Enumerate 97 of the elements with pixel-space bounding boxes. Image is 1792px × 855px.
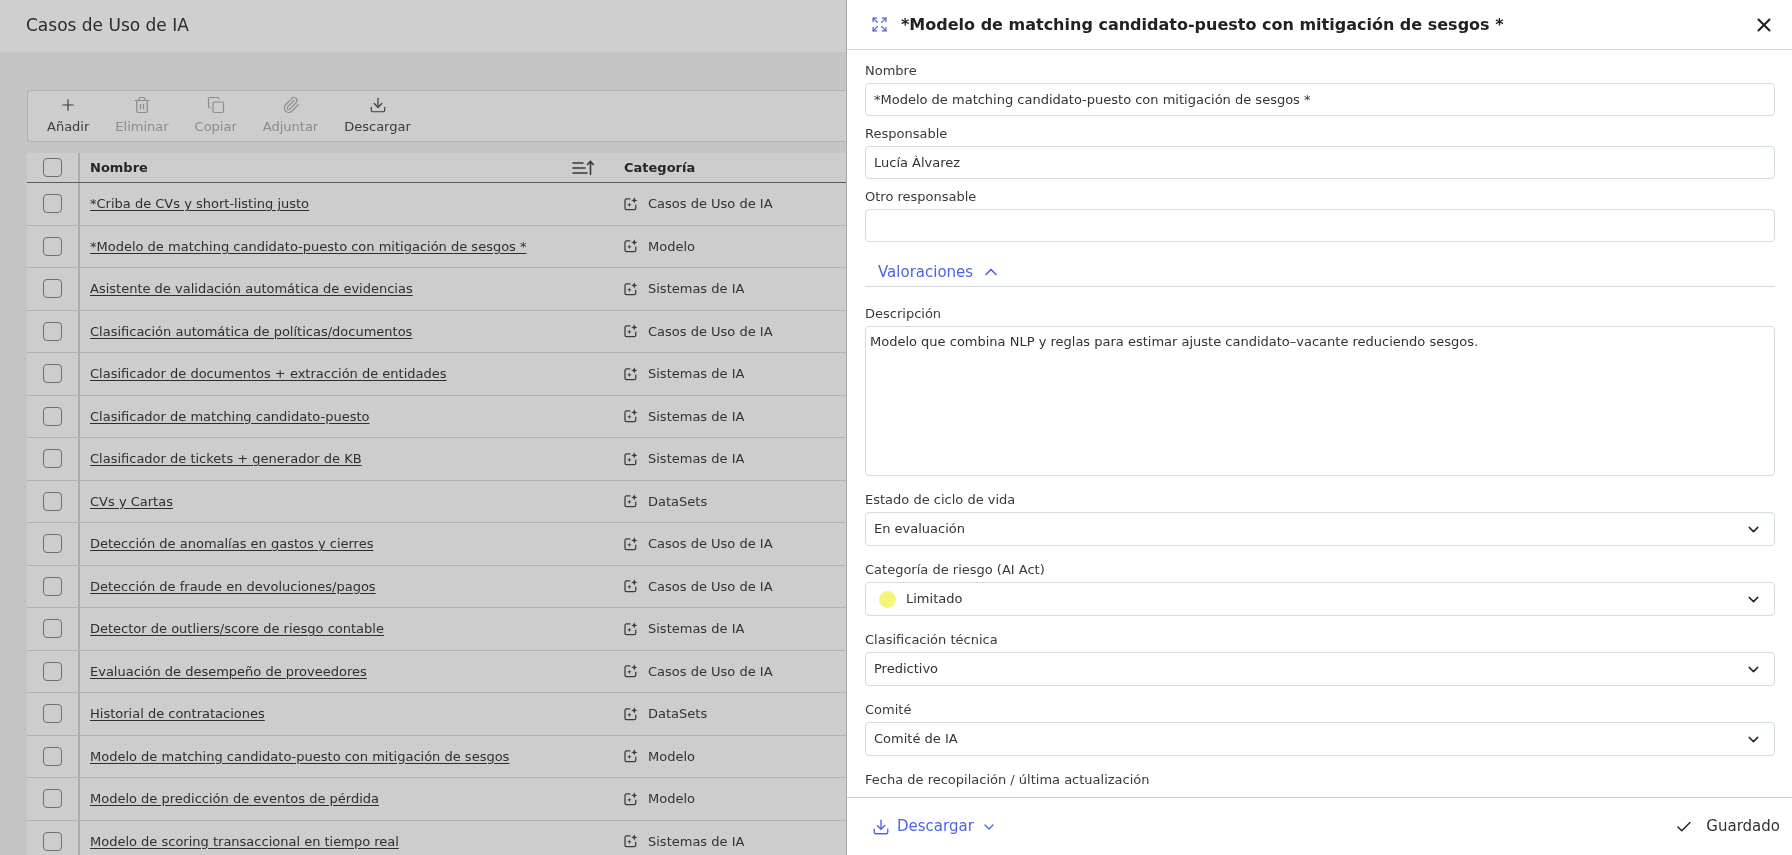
record-link[interactable]: *Modelo de matching candidato-puesto con mitigación de sesgos *: [90, 236, 527, 256]
select-field[interactable]: Predictivo: [865, 652, 1775, 686]
status-label: Guardado: [1706, 816, 1780, 838]
category-label: Modelo: [648, 237, 695, 256]
sparkle-square-icon: [624, 239, 638, 254]
checkbox[interactable]: [43, 491, 62, 511]
sparkle-square-icon: [624, 366, 638, 381]
sparkle-square-icon: [624, 621, 638, 636]
category-label: Casos de Uso de IA: [648, 535, 773, 553]
checkbox[interactable]: [43, 194, 62, 214]
field-label: Categoría de riesgo (AI Act): [865, 561, 1046, 579]
checkbox[interactable]: [43, 831, 62, 851]
checkbox[interactable]: [43, 158, 62, 177]
field-label: Otro responsable: [865, 188, 978, 206]
expand-icon[interactable]: [871, 16, 888, 33]
record-link[interactable]: Detector de outliers/score de riesgo contable: [90, 619, 384, 639]
checkbox[interactable]: [43, 236, 62, 256]
section-toggle[interactable]: Valoraciones: [878, 260, 1002, 284]
sparkle-square-icon: [624, 706, 638, 721]
select-field[interactable]: Limitado: [865, 582, 1775, 616]
sparkle-square-icon: [624, 451, 638, 466]
record-link[interactable]: Evaluación de desempeño de proveedores: [90, 661, 367, 681]
field-label: Comité: [865, 701, 913, 719]
category-label: Sistemas de IA: [648, 620, 745, 638]
checkbox[interactable]: [43, 576, 62, 596]
column-header[interactable]: Nombre: [80, 153, 614, 182]
checkbox[interactable]: [43, 746, 62, 766]
field-label: Descripción: [865, 305, 943, 323]
record-link[interactable]: Clasificador de matching candidato-puesto: [90, 406, 370, 426]
checkbox[interactable]: [43, 449, 62, 469]
record-link[interactable]: Historial de contrataciones: [90, 704, 265, 724]
category-label: Sistemas de IA: [648, 365, 745, 383]
category-label: DataSets: [648, 492, 708, 511]
category-label: Sistemas de IA: [648, 832, 745, 851]
field-label: Fecha de recopilación / última actualización: [865, 771, 1151, 789]
sparkle-square-icon: [624, 579, 638, 594]
sparkle-square-icon: [624, 791, 638, 806]
copy-icon: [206, 95, 225, 114]
category-label: DataSets: [648, 705, 708, 723]
field-label: Nombre: [865, 62, 918, 80]
record-link[interactable]: CVs y Cartas: [90, 491, 173, 511]
category-label: Sistemas de IA: [648, 407, 745, 426]
sparkle-square-icon: [624, 409, 638, 424]
record-link[interactable]: Clasificador de tickets + generador de KB: [90, 449, 362, 469]
sparkle-square-icon: [624, 664, 638, 679]
checkbox[interactable]: [43, 789, 62, 809]
category-label: Casos de Uso de IA: [648, 577, 773, 596]
sparkle-square-icon: [624, 749, 638, 764]
record-link[interactable]: Clasificación automática de políticas/documentos: [90, 321, 413, 341]
category-label: Modelo: [648, 790, 695, 808]
category-label: Sistemas de IA: [648, 450, 745, 468]
field-label: Clasificación técnica: [865, 631, 999, 649]
sparkle-square-icon: [624, 281, 638, 296]
category-label: Casos de Uso de IA: [648, 662, 773, 681]
toolbar-button[interactable]: Añadir: [36, 95, 101, 137]
download-icon: [368, 95, 387, 114]
download-icon: [872, 817, 890, 836]
checkbox[interactable]: [43, 704, 62, 724]
checkbox[interactable]: [43, 534, 62, 554]
category-label: Casos de Uso de IA: [648, 322, 773, 341]
text-field[interactable]: *Modelo de matching candidato-puesto con mitigación de sesgos *: [865, 83, 1775, 116]
sparkle-square-icon: [624, 494, 638, 509]
text-field[interactable]: Lucía Àlvarez: [865, 146, 1775, 179]
panel-title: *Modelo de matching candidato-puesto con mitigación de sesgos *: [901, 13, 1505, 36]
field-label: Estado de ciclo de vida: [865, 491, 1017, 509]
record-link[interactable]: Detección de fraude en devoluciones/pagos: [90, 576, 376, 596]
category-label: Casos de Uso de IA: [648, 195, 773, 213]
paperclip-icon: [281, 95, 300, 114]
toolbar-button[interactable]: Descargar: [333, 95, 422, 137]
category-label: Modelo: [648, 747, 695, 766]
field-label: Responsable: [865, 125, 949, 143]
checkbox[interactable]: [43, 279, 62, 299]
category-label: Sistemas de IA: [648, 280, 745, 298]
sparkle-square-icon: [624, 834, 638, 849]
checkbox[interactable]: [43, 661, 62, 681]
checkbox[interactable]: [43, 321, 62, 341]
checkbox[interactable]: [43, 406, 62, 426]
description-field[interactable]: Modelo que combina NLP y reglas para estimar ajuste candidato–vacante reduciendo sesgos.: [865, 326, 1775, 476]
record-link[interactable]: Detección de anomalías en gastos y cierres: [90, 534, 374, 554]
select-field[interactable]: En evaluación: [865, 512, 1775, 546]
column-header[interactable]: Categoría: [614, 153, 846, 182]
checkbox[interactable]: [43, 364, 62, 384]
sparkle-square-icon: [624, 536, 638, 551]
record-link[interactable]: Modelo de scoring transaccional en tiempo real: [90, 831, 399, 851]
checkbox[interactable]: [43, 619, 62, 639]
select-field[interactable]: Comité de IA: [865, 722, 1775, 756]
record-link[interactable]: Clasificador de documentos + extracción de entidades: [90, 364, 447, 384]
trash-icon: [132, 95, 151, 114]
sparkle-square-icon: [624, 324, 638, 339]
download-button[interactable]: Descargar: [872, 815, 997, 838]
record-link[interactable]: Asistente de validación automática de evidencias: [90, 279, 413, 299]
record-link[interactable]: Modelo de matching candidato-puesto con mitigación de sesgos: [90, 746, 510, 766]
page-title: Casos de Uso de IA: [26, 14, 189, 38]
record-link[interactable]: *Criba de CVs y short-listing justo: [90, 194, 310, 214]
text-field[interactable]: [865, 209, 1775, 242]
sparkle-square-icon: [624, 196, 638, 211]
record-link[interactable]: Modelo de predicción de eventos de pérdida: [90, 789, 379, 809]
